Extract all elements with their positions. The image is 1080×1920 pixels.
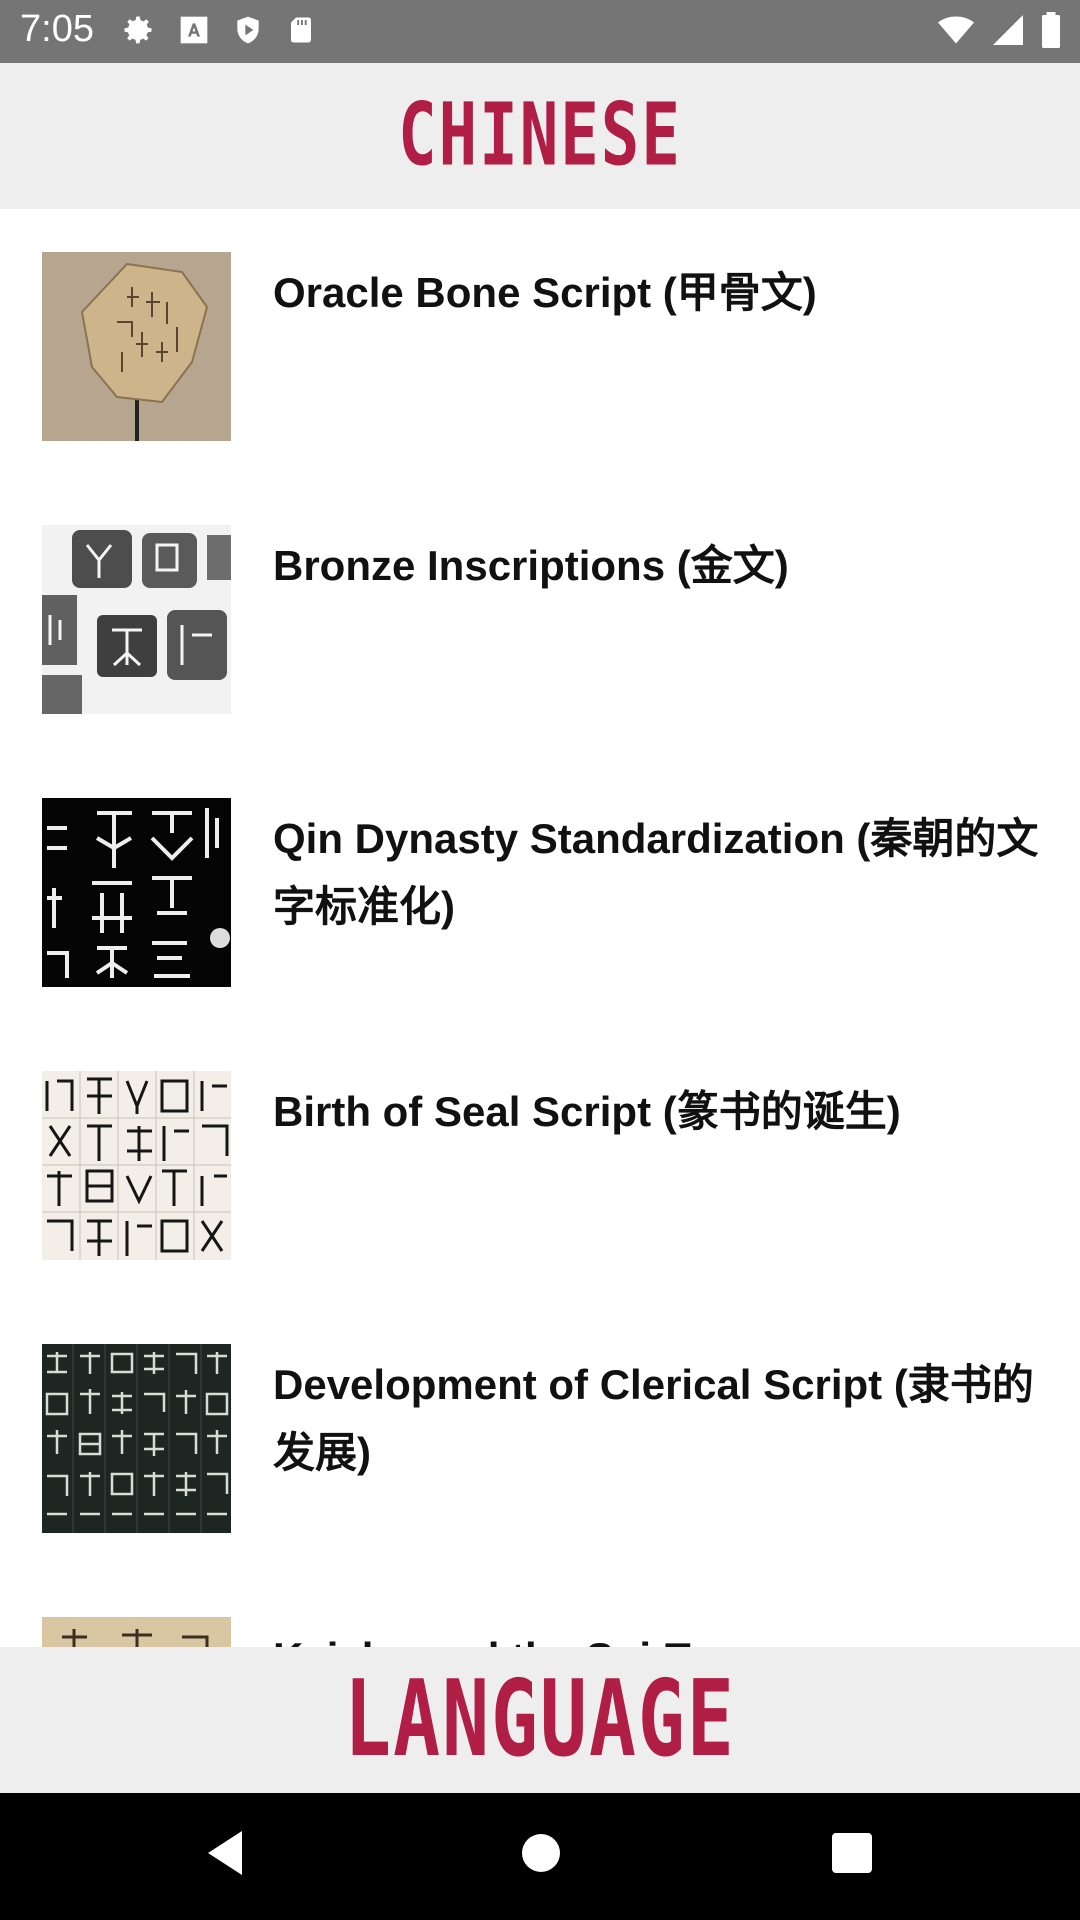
list-item[interactable]: Development of Clerical Script (隶书的发展) bbox=[0, 1301, 1080, 1574]
footer-title: LANGUAGE bbox=[344, 1659, 736, 1781]
battery-icon bbox=[1040, 12, 1062, 48]
item-title: Bronze Inscriptions (金文) bbox=[273, 542, 789, 589]
home-icon[interactable] bbox=[515, 1823, 567, 1888]
clerical-script-thumbnail bbox=[42, 1344, 231, 1533]
item-title: Qin Dynasty Standardization (秦朝的文字标准化) bbox=[273, 815, 1039, 930]
app-header: CHINESE bbox=[0, 63, 1080, 209]
app-footer: LANGUAGE bbox=[0, 1647, 1080, 1793]
back-icon[interactable] bbox=[200, 1823, 246, 1888]
item-title: Development of Clerical Script (隶书的发展) bbox=[273, 1361, 1034, 1476]
list-item[interactable]: Oracle Bone Script (甲骨文) bbox=[0, 209, 1080, 482]
system-nav-bar bbox=[0, 1793, 1080, 1920]
status-bar: 7:05 bbox=[0, 0, 1080, 63]
wifi-icon bbox=[936, 12, 976, 48]
bronze-inscriptions-thumbnail bbox=[42, 525, 231, 714]
status-time: 7:05 bbox=[20, 8, 94, 50]
item-title: Oracle Bone Script (甲骨文) bbox=[273, 269, 817, 316]
list-item[interactable]: Bronze Inscriptions (金文) bbox=[0, 482, 1080, 755]
oracle-bone-thumbnail bbox=[42, 252, 231, 441]
qin-standardization-thumbnail bbox=[42, 798, 231, 987]
topic-list[interactable]: Oracle Bone Script (甲骨文) Bronze Inscript… bbox=[0, 209, 1080, 1647]
font-a-icon bbox=[178, 12, 210, 48]
list-item[interactable]: Birth of Seal Script (篆书的诞生) bbox=[0, 1028, 1080, 1301]
header-title: CHINESE bbox=[398, 86, 682, 186]
list-item[interactable]: Kaishu and the Sui-Tang bbox=[0, 1574, 1080, 1647]
item-title: Birth of Seal Script (篆书的诞生) bbox=[273, 1088, 901, 1135]
gear-icon bbox=[120, 12, 156, 48]
recents-icon[interactable] bbox=[830, 1823, 874, 1888]
sd-card-icon bbox=[286, 12, 316, 48]
shield-icon bbox=[232, 12, 264, 48]
list-item[interactable]: Qin Dynasty Standardization (秦朝的文字标准化) bbox=[0, 755, 1080, 1028]
seal-script-thumbnail bbox=[42, 1071, 231, 1260]
signal-icon bbox=[990, 12, 1026, 48]
kaishu-thumbnail bbox=[42, 1617, 231, 1647]
item-title: Kaishu and the Sui-Tang bbox=[273, 1624, 1043, 1647]
